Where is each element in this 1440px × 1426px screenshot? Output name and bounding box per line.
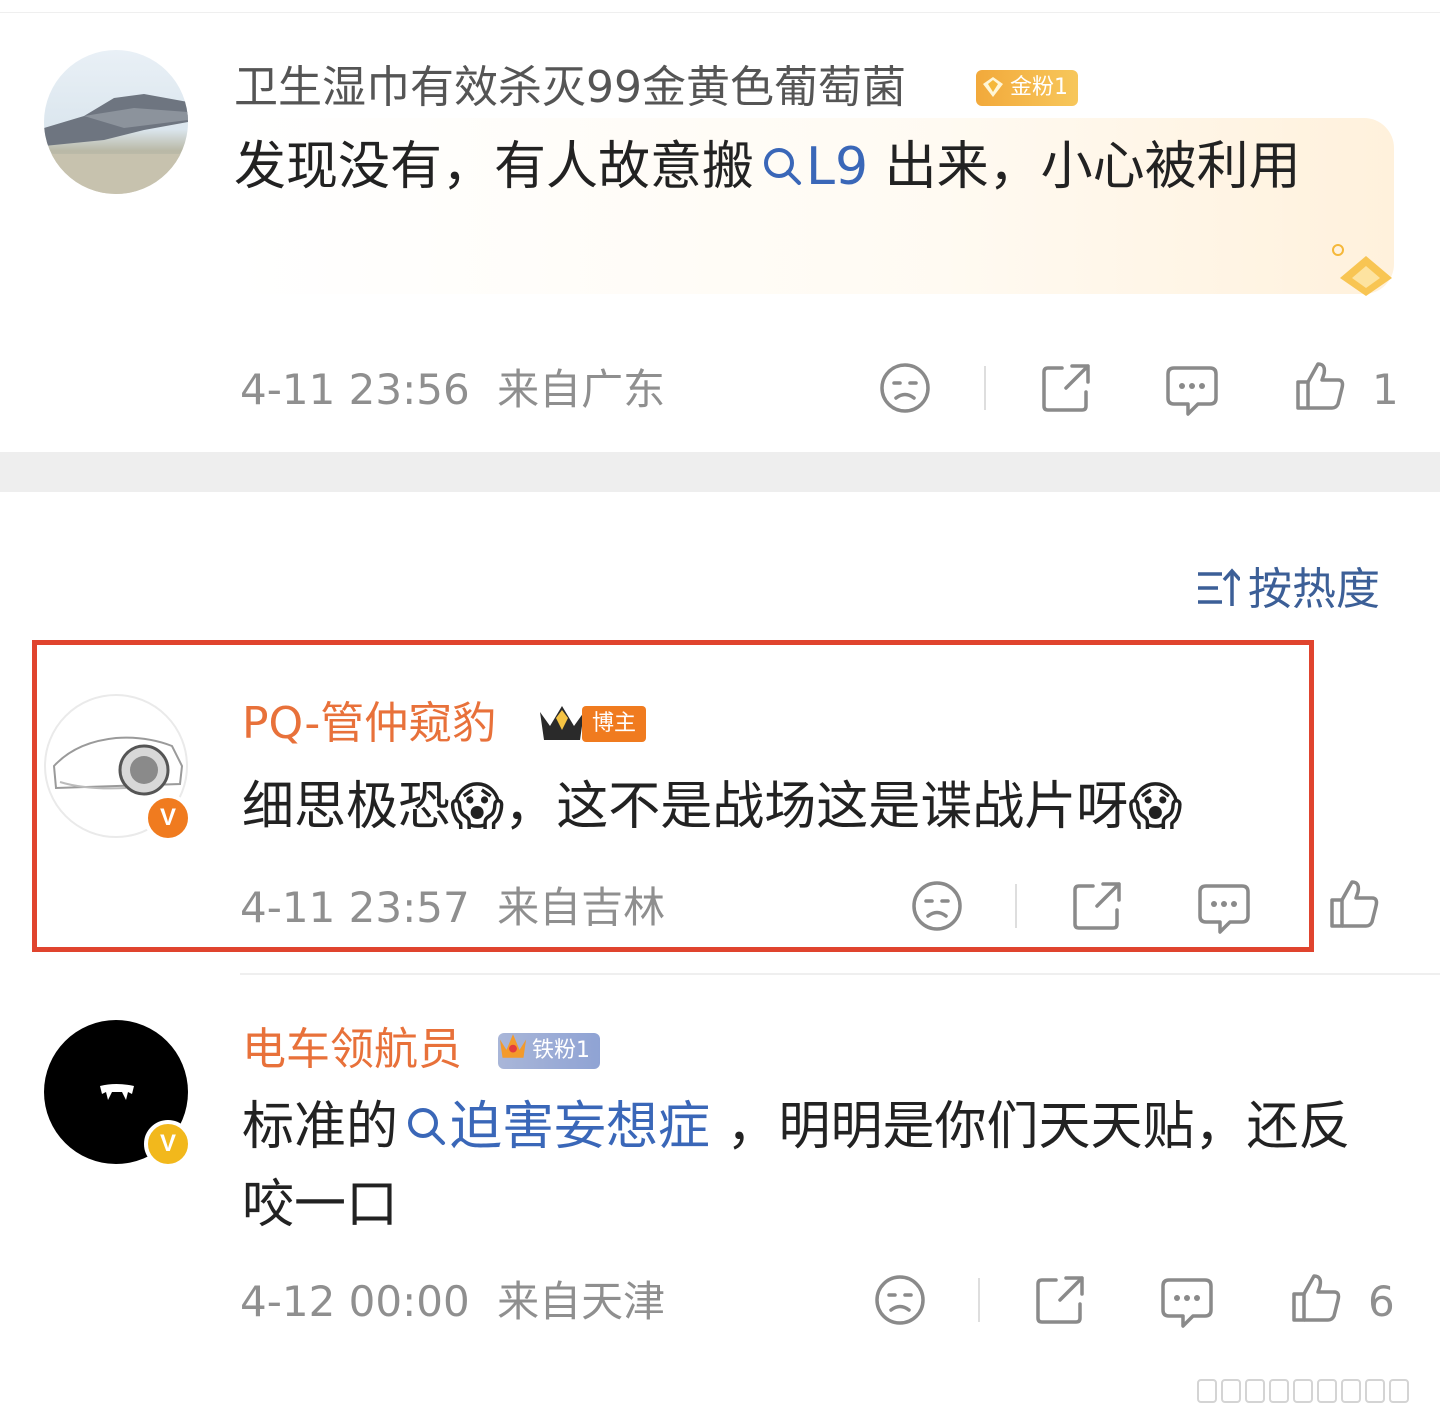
topic-search-link[interactable]: 迫害妄想症 [398, 1097, 710, 1157]
like-thumb-icon[interactable] [1292, 358, 1348, 414]
verified-badge: V [144, 794, 192, 842]
comment-text-part: 标准的 [242, 1097, 399, 1157]
sort-label: 按热度 [1248, 564, 1380, 615]
comment-text: 发现没有，有人故意搬 L9 出来，小心被利用 [234, 128, 1344, 206]
crown-icon [540, 706, 584, 740]
dislike-sad-face-icon[interactable] [877, 360, 933, 416]
like-count: 1 [1372, 365, 1399, 414]
timestamp: 4-12 00:00 [240, 1277, 470, 1326]
fighter-jet-photo-icon [44, 94, 188, 194]
comment-meta: 4-11 23:56 来自广东 [240, 365, 665, 415]
username[interactable]: 电车领航员 [242, 1022, 462, 1078]
fan-level-badge[interactable]: 金粉1 [976, 70, 1078, 106]
timestamp: 4-11 23:57 [240, 883, 470, 932]
comment-meta: 4-11 23:57 来自吉林 [240, 883, 665, 933]
dislike-sad-face-icon[interactable] [872, 1272, 928, 1328]
username[interactable]: PQ-管仲窥豹 [242, 696, 496, 752]
crown-fan-icon [499, 1034, 527, 1058]
search-icon [764, 148, 802, 185]
comment-text: 标准的 迫害妄想症 ，明明是你们天天贴，还反咬一口 [242, 1088, 1392, 1244]
topic-search-link[interactable]: L9 [754, 137, 868, 197]
gold-diamond-icon [983, 77, 1003, 97]
share-icon[interactable] [1038, 360, 1094, 416]
comment-meta: 4-12 00:00 来自天津 [240, 1277, 665, 1327]
location: 来自天津 [497, 1277, 666, 1326]
topic-link-label: L9 [806, 137, 869, 197]
user-avatar[interactable] [44, 50, 188, 194]
comment-divider [240, 973, 1440, 975]
location: 来自吉林 [497, 883, 666, 932]
share-icon[interactable] [1032, 1272, 1088, 1328]
action-separator [978, 1278, 980, 1322]
sort-icon [1198, 568, 1242, 606]
topic-link-label: 迫害妄想症 [450, 1097, 711, 1157]
fan-level-badge[interactable]: 铁粉1 [498, 1033, 600, 1069]
action-separator [984, 366, 986, 410]
search-icon [408, 1108, 446, 1145]
share-icon[interactable] [1069, 878, 1125, 934]
comment-text: 细思极恐😱，这不是战场这是谍战片呀😱 [242, 777, 1183, 837]
dislike-sad-face-icon[interactable] [909, 878, 965, 934]
top-divider [0, 12, 1440, 13]
comment-text-part: 出来，小心被利用 [868, 137, 1301, 197]
comment-bubble-icon[interactable] [1164, 362, 1220, 418]
verified-badge: V [144, 1120, 192, 1168]
timestamp: 4-11 23:56 [240, 365, 470, 414]
username[interactable]: 卫生湿巾有效杀灭99金黄色葡萄菌 [234, 60, 906, 116]
location: 来自广东 [497, 365, 666, 414]
section-divider [0, 452, 1440, 492]
comment-bubble-icon[interactable] [1159, 1274, 1215, 1330]
like-thumb-icon[interactable] [1326, 876, 1382, 932]
comment-bubble-icon[interactable] [1196, 880, 1252, 936]
like-count: 6 [1368, 1277, 1395, 1326]
action-separator [1015, 884, 1017, 928]
comment-text-part: 发现没有，有人故意搬 [234, 137, 755, 197]
like-thumb-icon[interactable] [1288, 1270, 1344, 1326]
badge-label: 铁粉1 [532, 1038, 590, 1063]
watermark-bars [1197, 1379, 1409, 1403]
badge-label: 博主 [582, 706, 647, 742]
gold-gem-decoration-icon [1332, 244, 1392, 296]
sort-by-hot-button[interactable]: 按热度 [1196, 562, 1380, 618]
badge-label: 金粉1 [1010, 75, 1068, 100]
